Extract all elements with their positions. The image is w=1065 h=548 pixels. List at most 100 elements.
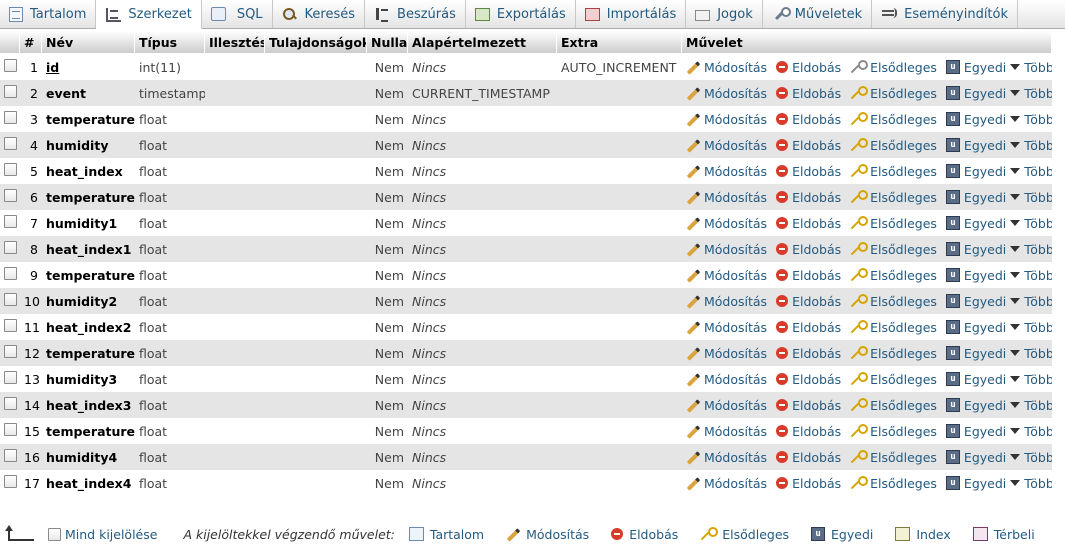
change-link[interactable]: Módosítás bbox=[686, 294, 767, 309]
change-link[interactable]: Módosítás bbox=[686, 372, 767, 387]
drop-link[interactable]: Eldobás bbox=[776, 216, 841, 231]
more-dropdown[interactable]: Több bbox=[1010, 320, 1052, 335]
tab-operations[interactable]: Műveletek bbox=[763, 0, 873, 28]
bulk-spatial-button[interactable]: Térbeli bbox=[972, 527, 1035, 542]
row-checkbox[interactable] bbox=[4, 475, 17, 488]
primary-link[interactable]: Elsődleges bbox=[850, 450, 937, 465]
header-collation[interactable]: Illesztés bbox=[205, 31, 265, 53]
drop-link[interactable]: Eldobás bbox=[776, 138, 841, 153]
primary-link[interactable]: Elsődleges bbox=[850, 86, 937, 101]
header-extra[interactable]: Extra bbox=[557, 31, 682, 53]
primary-link[interactable]: Elsődleges bbox=[850, 60, 937, 75]
drop-link[interactable]: Eldobás bbox=[776, 60, 841, 75]
drop-link[interactable]: Eldobás bbox=[776, 86, 841, 101]
header-type[interactable]: Típus bbox=[135, 31, 205, 53]
more-dropdown[interactable]: Több bbox=[1010, 294, 1052, 309]
unique-link[interactable]: u Egyedi bbox=[945, 268, 1006, 283]
drop-link[interactable]: Eldobás bbox=[776, 450, 841, 465]
drop-link[interactable]: Eldobás bbox=[776, 372, 841, 387]
primary-link[interactable]: Elsődleges bbox=[850, 112, 937, 127]
primary-link[interactable]: Elsődleges bbox=[850, 242, 937, 257]
more-dropdown[interactable]: Több bbox=[1010, 476, 1052, 491]
primary-link[interactable]: Elsődleges bbox=[850, 268, 937, 283]
unique-link[interactable]: u Egyedi bbox=[945, 86, 1006, 101]
header-default[interactable]: Alapértelmezett bbox=[408, 31, 557, 53]
unique-link[interactable]: u Egyedi bbox=[945, 372, 1006, 387]
row-checkbox[interactable] bbox=[4, 345, 17, 358]
change-link[interactable]: Módosítás bbox=[686, 190, 767, 205]
change-link[interactable]: Módosítás bbox=[686, 216, 767, 231]
more-dropdown[interactable]: Több bbox=[1010, 138, 1052, 153]
tab-search[interactable]: Keresés bbox=[273, 0, 366, 28]
unique-link[interactable]: u Egyedi bbox=[945, 346, 1006, 361]
primary-link[interactable]: Elsődleges bbox=[850, 372, 937, 387]
primary-link[interactable]: Elsődleges bbox=[850, 164, 937, 179]
change-link[interactable]: Módosítás bbox=[686, 112, 767, 127]
row-checkbox[interactable] bbox=[4, 215, 17, 228]
drop-link[interactable]: Eldobás bbox=[776, 476, 841, 491]
tab-export[interactable]: Exportálás bbox=[466, 0, 576, 28]
more-dropdown[interactable]: Több bbox=[1010, 346, 1052, 361]
row-checkbox[interactable] bbox=[4, 449, 17, 462]
unique-link[interactable]: u Egyedi bbox=[945, 476, 1006, 491]
tab-insert[interactable]: Beszúrás bbox=[365, 0, 466, 28]
primary-link[interactable]: Elsődleges bbox=[850, 190, 937, 205]
row-checkbox[interactable] bbox=[4, 267, 17, 280]
tab-triggers[interactable]: Eseményindítók bbox=[872, 0, 1019, 28]
unique-link[interactable]: u Egyedi bbox=[945, 242, 1006, 257]
tab-privileges[interactable]: Jogok bbox=[686, 0, 763, 28]
more-dropdown[interactable]: Több bbox=[1010, 424, 1052, 439]
row-checkbox[interactable] bbox=[4, 397, 17, 410]
primary-link[interactable]: Elsődleges bbox=[850, 216, 937, 231]
row-checkbox[interactable] bbox=[4, 371, 17, 384]
change-link[interactable]: Módosítás bbox=[686, 242, 767, 257]
unique-link[interactable]: u Egyedi bbox=[945, 138, 1006, 153]
check-all[interactable]: Mind kijelölése bbox=[48, 527, 157, 542]
primary-link[interactable]: Elsődleges bbox=[850, 346, 937, 361]
drop-link[interactable]: Eldobás bbox=[776, 268, 841, 283]
primary-link[interactable]: Elsődleges bbox=[850, 398, 937, 413]
unique-link[interactable]: u Egyedi bbox=[945, 164, 1006, 179]
unique-link[interactable]: u Egyedi bbox=[945, 60, 1006, 75]
drop-link[interactable]: Eldobás bbox=[776, 346, 841, 361]
drop-link[interactable]: Eldobás bbox=[776, 424, 841, 439]
more-dropdown[interactable]: Több bbox=[1010, 372, 1052, 387]
unique-link[interactable]: u Egyedi bbox=[945, 398, 1006, 413]
change-link[interactable]: Módosítás bbox=[686, 346, 767, 361]
bulk-unique-button[interactable]: u Egyedi bbox=[811, 527, 873, 542]
row-checkbox[interactable] bbox=[4, 423, 17, 436]
unique-link[interactable]: u Egyedi bbox=[945, 190, 1006, 205]
more-dropdown[interactable]: Több bbox=[1010, 268, 1052, 283]
unique-link[interactable]: u Egyedi bbox=[945, 216, 1006, 231]
change-link[interactable]: Módosítás bbox=[686, 320, 767, 335]
row-checkbox[interactable] bbox=[4, 319, 17, 332]
more-dropdown[interactable]: Több bbox=[1010, 216, 1052, 231]
more-dropdown[interactable]: Több bbox=[1010, 86, 1052, 101]
bulk-index-button[interactable]: Index bbox=[895, 527, 951, 542]
bulk-primary-button[interactable]: Elsődleges bbox=[700, 527, 789, 542]
drop-link[interactable]: Eldobás bbox=[776, 320, 841, 335]
row-checkbox[interactable] bbox=[4, 241, 17, 254]
more-dropdown[interactable]: Több bbox=[1010, 242, 1052, 257]
header-attributes[interactable]: Tulajdonságok bbox=[265, 31, 367, 53]
more-dropdown[interactable]: Több bbox=[1010, 60, 1052, 75]
primary-link[interactable]: Elsődleges bbox=[850, 138, 937, 153]
header-null[interactable]: Nulla bbox=[367, 31, 408, 53]
drop-link[interactable]: Eldobás bbox=[776, 294, 841, 309]
more-dropdown[interactable]: Több bbox=[1010, 164, 1052, 179]
header-name[interactable]: Név bbox=[42, 31, 135, 53]
change-link[interactable]: Módosítás bbox=[686, 476, 767, 491]
unique-link[interactable]: u Egyedi bbox=[945, 424, 1006, 439]
tab-browse[interactable]: Tartalom bbox=[0, 0, 97, 28]
bulk-drop-button[interactable]: Eldobás bbox=[611, 527, 678, 542]
row-checkbox[interactable] bbox=[4, 189, 17, 202]
change-link[interactable]: Módosítás bbox=[686, 424, 767, 439]
check-all-checkbox[interactable] bbox=[48, 527, 61, 541]
drop-link[interactable]: Eldobás bbox=[776, 190, 841, 205]
change-link[interactable]: Módosítás bbox=[686, 164, 767, 179]
more-dropdown[interactable]: Több bbox=[1010, 398, 1052, 413]
row-checkbox[interactable] bbox=[4, 59, 17, 72]
change-link[interactable]: Módosítás bbox=[686, 60, 767, 75]
more-dropdown[interactable]: Több bbox=[1010, 450, 1052, 465]
drop-link[interactable]: Eldobás bbox=[776, 398, 841, 413]
